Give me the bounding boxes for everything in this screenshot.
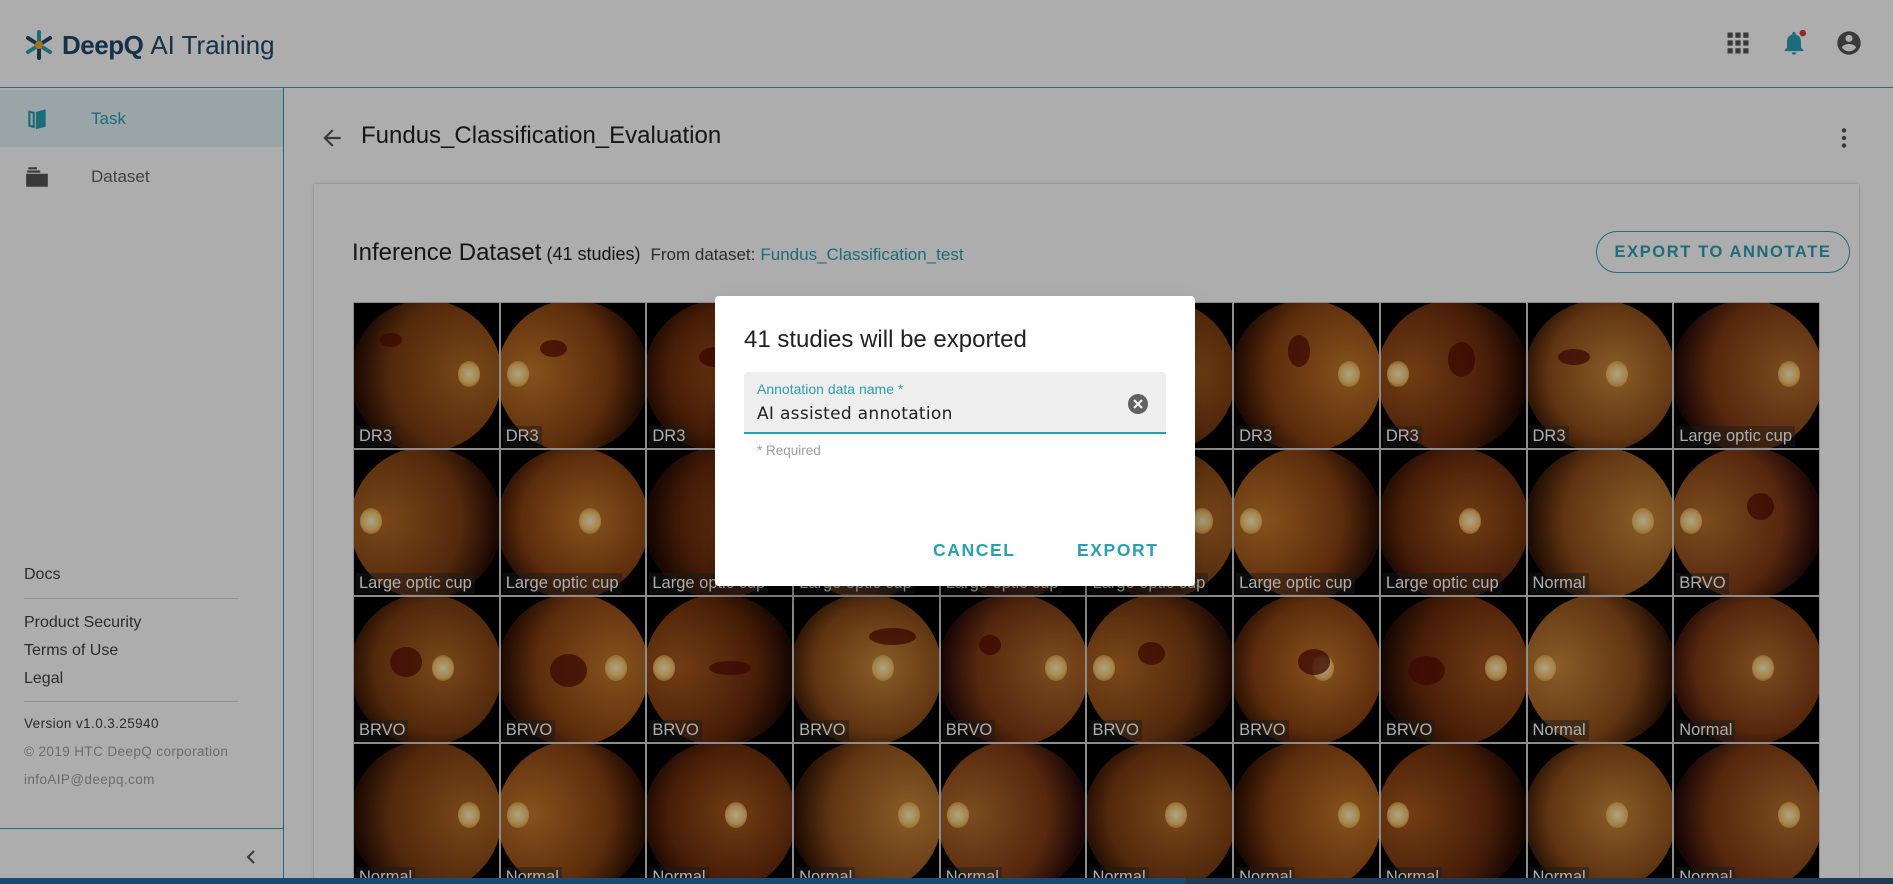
bottom-strip: [0, 878, 1893, 884]
annotation-name-input[interactable]: [757, 401, 1107, 427]
cancel-button[interactable]: CANCEL: [923, 532, 1026, 568]
dialog-title: 41 studies will be exported: [744, 326, 1027, 353]
clear-icon[interactable]: [1126, 392, 1150, 416]
export-button[interactable]: EXPORT: [1067, 532, 1169, 568]
field-label: Annotation data name *: [757, 381, 904, 397]
export-dialog: 41 studies will be exported Annotation d…: [715, 296, 1195, 586]
helper-text: * Required: [757, 443, 821, 458]
bottom-strip-fill: [0, 878, 1185, 884]
annotation-name-field[interactable]: Annotation data name *: [744, 372, 1166, 434]
